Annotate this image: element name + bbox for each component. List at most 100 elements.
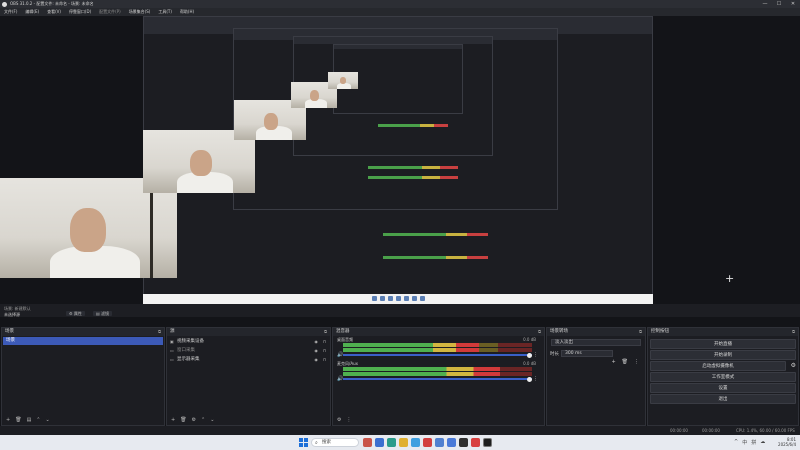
scene-filters-icon[interactable]: ▤ (27, 417, 32, 423)
visibility-eye-icon[interactable]: ◉ (314, 338, 318, 346)
move-up-icon[interactable]: ⌃ (36, 417, 40, 423)
lock-icon[interactable]: ⊓ (323, 347, 326, 355)
move-down-icon[interactable]: ⌄ (46, 417, 50, 423)
mixer-channel-desktop: 桌面音频 0.0 dB 🔊 ⋮ (337, 337, 538, 358)
nested-taskbar (143, 293, 653, 304)
obs-logo-icon (2, 1, 7, 7)
properties-button[interactable]: ⚙ 属性 (66, 311, 85, 316)
dock-float-icon[interactable]: ⧉ (639, 328, 642, 336)
camera-icon: ▣ (170, 339, 174, 344)
volume-slider-handle[interactable] (527, 376, 532, 382)
nested-mixer-meter (368, 176, 458, 179)
settings-button[interactable]: 设置 (650, 383, 796, 393)
start-streaming-button[interactable]: 开始直播 (650, 339, 796, 349)
source-item[interactable]: ▭ 显示器采集 ◉ ⊓ (170, 356, 326, 364)
nested-mixer-meter (383, 233, 488, 236)
app-icon[interactable] (411, 438, 420, 447)
add-scene-icon[interactable]: + (6, 417, 10, 423)
exit-button[interactable]: 退出 (650, 394, 796, 404)
menu-bar: 文件(F) 编辑(E) 查看(V) 停靠窗口(D) 配置文件(P) 场景集合(S… (0, 8, 800, 16)
cpu-fps-readout: CPU: 1.4%, 60.00 / 60.00 FPS (736, 428, 795, 433)
visibility-eye-icon[interactable]: ◉ (314, 356, 318, 364)
dock-float-icon[interactable]: ⧉ (538, 328, 541, 336)
mouse-cursor-icon: + (725, 272, 735, 285)
volume-meter (343, 367, 532, 371)
scene-list-item[interactable]: 场景 (3, 337, 163, 345)
menu-view[interactable]: 查看(V) (43, 9, 65, 15)
ime-icon[interactable]: 中 (742, 439, 747, 446)
source-item[interactable]: ▣ 视频采集设备 ◉ ⊓ (170, 338, 326, 346)
menu-docks[interactable]: 停靠窗口(D) (65, 9, 95, 15)
volume-slider[interactable] (343, 378, 532, 380)
lock-icon[interactable]: ⊓ (323, 356, 326, 364)
mixer-menu-icon[interactable]: ⋮ (346, 417, 351, 423)
clock-date: 2025/6/4 (778, 442, 796, 447)
transition-menu-icon[interactable]: ⋮ (634, 359, 639, 365)
window-icon: ▭ (170, 348, 174, 353)
clock[interactable]: 8:01 2025/6/4 (778, 437, 796, 447)
menu-scene-collection[interactable]: 场景集合(S) (125, 9, 155, 15)
app-icon[interactable] (447, 438, 456, 447)
menu-edit[interactable]: 编辑(E) (21, 9, 43, 15)
remove-source-icon[interactable]: 🗑 (180, 417, 186, 423)
mixer-settings-icon[interactable]: ⚙ (337, 417, 341, 423)
app-icon[interactable] (471, 438, 480, 447)
studio-mode-button[interactable]: 工作室模式 (650, 372, 796, 382)
window-title: OBS 31.0.2 - 配置文件: 未命名 - 场景: 未命名 (10, 1, 94, 6)
windows-start-icon[interactable] (299, 438, 308, 447)
volume-meter (343, 343, 532, 347)
start-virtual-camera-button[interactable]: 启动虚拟摄像机 (650, 361, 786, 371)
webcam-feed-5 (328, 72, 358, 89)
transition-select[interactable]: 淡入淡出 (551, 339, 641, 346)
menu-tools[interactable]: 工具(T) (154, 9, 176, 15)
remove-transition-icon[interactable]: 🗑 (622, 359, 628, 365)
cloud-icon[interactable]: ☁ (760, 439, 765, 446)
scenes-dock-title: 场景 (5, 329, 14, 334)
taskbar-search[interactable]: ⌕ 搜索 (311, 438, 359, 447)
start-recording-button[interactable]: 开始录制 (650, 350, 796, 360)
add-source-icon[interactable]: + (171, 417, 175, 423)
close-icon[interactable]: ✕ (786, 0, 800, 8)
tray-overflow-icon[interactable]: ^ (734, 439, 738, 446)
duration-input[interactable]: 300 ms (561, 350, 613, 357)
edge-browser-icon[interactable] (387, 438, 396, 447)
visibility-eye-icon[interactable]: ◉ (314, 347, 318, 355)
controls-dock: 控制按钮 ⧉ 开始直播 开始录制 启动虚拟摄像机 ⚙ 工作室模式 设置 退出 (647, 327, 799, 426)
widget-app-icon[interactable] (363, 438, 372, 447)
move-down-icon[interactable]: ⌄ (210, 417, 214, 423)
dock-float-icon[interactable]: ⧉ (158, 328, 161, 336)
volume-slider[interactable] (343, 354, 532, 356)
channel-menu-icon[interactable]: ⋮ (533, 352, 538, 358)
volume-meter (343, 372, 532, 376)
ime-mode-icon[interactable]: 拼 (751, 439, 756, 446)
maximize-icon[interactable]: ☐ (772, 0, 786, 8)
app-icon[interactable] (423, 438, 432, 447)
transitions-dock-title: 场景转场 (550, 329, 568, 334)
search-icon: ⌕ (315, 440, 318, 446)
move-up-icon[interactable]: ⌃ (201, 417, 205, 423)
task-view-icon[interactable] (375, 438, 384, 447)
app-icon[interactable] (459, 438, 468, 447)
source-item[interactable]: ▭ 窗口采集 ◉ ⊓ (170, 347, 326, 355)
obs-taskbar-icon[interactable] (483, 438, 492, 447)
volume-slider-handle[interactable] (527, 352, 532, 358)
nested-mixer-meter (383, 256, 488, 259)
remove-scene-icon[interactable]: 🗑 (15, 417, 21, 423)
app-icon[interactable] (435, 438, 444, 447)
source-properties-icon[interactable]: ⚙ (192, 417, 196, 423)
filters-button[interactable]: ▤ 滤镜 (93, 311, 113, 316)
audio-mixer-dock: 混音器 ⧉ 桌面音频 0.0 dB 🔊 ⋮ 麦克风/Aux 0.0 dB 🔊 ⋮ … (332, 327, 545, 426)
sources-dock: 源 ⧉ ▣ 视频采集设备 ◉ ⊓ ▭ 窗口采集 ◉ ⊓ ▭ 显示器采集 ◉ ⊓ + 🗑 … (166, 327, 331, 426)
menu-help[interactable]: 帮助(H) (176, 9, 198, 15)
gear-icon[interactable]: ⚙ (791, 362, 796, 369)
webcam-feed-large (0, 178, 177, 278)
add-transition-icon[interactable]: + (611, 359, 615, 365)
menu-profile[interactable]: 配置文件(P) (95, 9, 125, 15)
lock-icon[interactable]: ⊓ (323, 338, 326, 346)
channel-menu-icon[interactable]: ⋮ (533, 376, 538, 382)
dock-float-icon[interactable]: ⧉ (324, 328, 327, 336)
file-explorer-icon[interactable] (399, 438, 408, 447)
minimize-icon[interactable]: — (758, 0, 772, 8)
menu-file[interactable]: 文件(F) (0, 9, 21, 15)
dock-float-icon[interactable]: ⧉ (792, 328, 795, 336)
